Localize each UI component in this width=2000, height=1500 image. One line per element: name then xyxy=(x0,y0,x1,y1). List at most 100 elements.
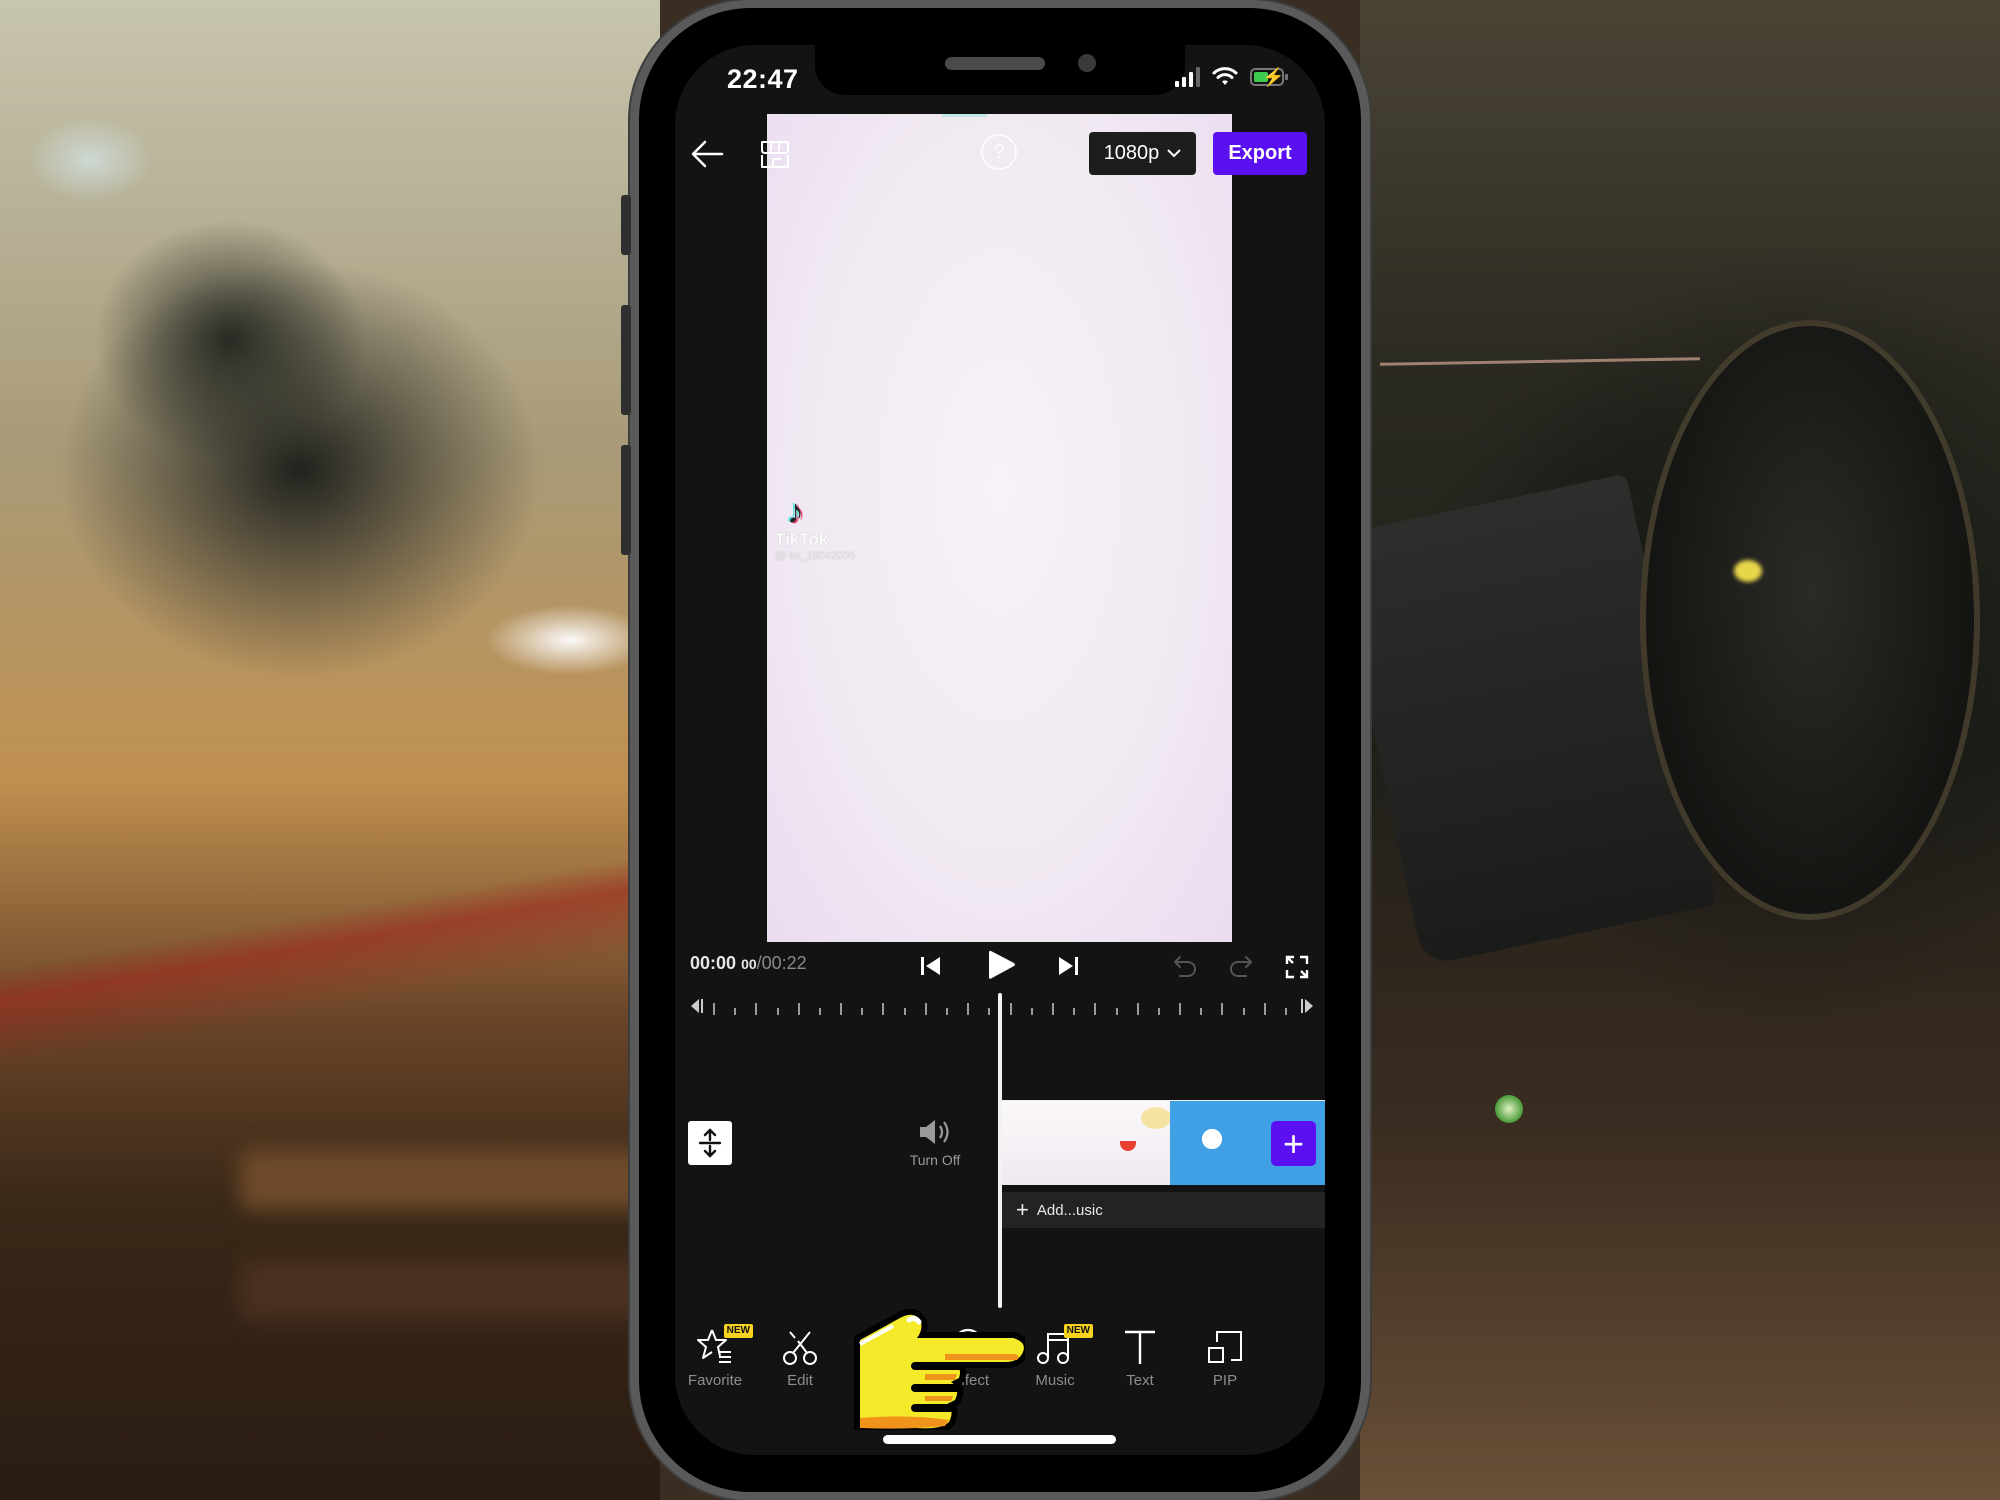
phone-speaker xyxy=(945,57,1045,70)
ruler-tick xyxy=(1263,1003,1266,1015)
undo-button[interactable] xyxy=(1170,952,1200,980)
chevron-down-icon xyxy=(1167,149,1182,158)
text-icon xyxy=(1125,1330,1155,1364)
ruler-tick xyxy=(840,1003,843,1015)
phone-notch xyxy=(815,45,1185,95)
clip-thumbnail xyxy=(1002,1101,1086,1185)
ruler-start-icon xyxy=(691,999,703,1013)
ruler-tick xyxy=(967,1003,970,1015)
redo-button[interactable] xyxy=(1226,952,1256,980)
mute-label: Turn Off xyxy=(909,1152,961,1168)
background-bubble-level xyxy=(1495,1095,1523,1123)
toolbar-item-text[interactable]: Text xyxy=(1100,1320,1180,1389)
fullscreen-button[interactable] xyxy=(1282,952,1312,982)
wifi-icon xyxy=(1212,67,1238,85)
ruler-tick xyxy=(1094,1003,1097,1015)
ruler-tick xyxy=(1285,1008,1287,1015)
arrow-left-icon xyxy=(691,140,724,168)
ruler-tick xyxy=(924,1003,927,1015)
ruler-tick xyxy=(1030,1008,1033,1015)
pip-icon xyxy=(1208,1331,1242,1363)
help-button[interactable]: ? xyxy=(981,134,1017,170)
preview-edge-highlight xyxy=(942,114,987,117)
expand-vertical-icon xyxy=(698,1128,722,1158)
ruler-tick xyxy=(1073,1008,1076,1015)
total-duration: /00:22 xyxy=(756,953,807,973)
phone-volume-down xyxy=(621,445,631,555)
background-camera-light xyxy=(1734,560,1762,582)
ruler-tick xyxy=(903,1008,906,1015)
ruler-tick xyxy=(988,1008,991,1015)
tiktok-logo-icon: ♪ xyxy=(787,493,804,531)
expand-timeline-button[interactable] xyxy=(688,1121,732,1165)
export-button[interactable]: Export xyxy=(1213,132,1307,175)
toolbar-label: Edit xyxy=(787,1372,813,1389)
ruler-tick xyxy=(713,1003,715,1015)
mute-clip-audio-button[interactable]: Turn Off xyxy=(900,1118,970,1176)
tiktok-brand-text: TikTok xyxy=(775,530,829,549)
back-button[interactable] xyxy=(690,134,724,174)
tiktok-watermark: ♪ TikTok @ lia_18042006 xyxy=(775,494,855,562)
play-button[interactable] xyxy=(985,948,1019,982)
phone-silent-switch xyxy=(621,195,631,255)
ruler-tick xyxy=(818,1008,821,1015)
ruler-tick xyxy=(1200,1008,1203,1015)
question-circle-icon: ? xyxy=(993,140,1005,163)
plus-icon: + xyxy=(1016,1197,1029,1222)
clip-thumbnail xyxy=(1086,1101,1171,1185)
ruler-tick xyxy=(755,1003,758,1015)
toolbar-label: Favorite xyxy=(687,1372,743,1389)
home-indicator[interactable] xyxy=(883,1435,1116,1444)
background-shelf xyxy=(240,1260,660,1320)
ruler-tick xyxy=(882,1003,885,1015)
ruler-tick xyxy=(1157,1008,1160,1015)
scissors-icon xyxy=(783,1331,817,1365)
toolbar-item-pip[interactable]: PIP xyxy=(1185,1320,1265,1389)
battery-charging-icon: ⚡ xyxy=(1250,67,1288,87)
skip-to-end-button[interactable] xyxy=(1054,952,1082,980)
clip-thumbnail xyxy=(1170,1101,1254,1185)
ruler-tick xyxy=(1179,1003,1182,1015)
toolbar-item-edit[interactable]: Edit xyxy=(760,1320,840,1389)
timecode: 00:00 00/00:22 xyxy=(690,953,807,974)
play-icon xyxy=(989,950,1015,979)
ruler-tick xyxy=(1221,1003,1224,1015)
layout-button[interactable] xyxy=(755,134,795,174)
ruler-tick xyxy=(861,1008,864,1015)
add-clip-button[interactable]: + xyxy=(1271,1121,1316,1166)
video-preview[interactable]: ♪ TikTok @ lia_18042006 xyxy=(767,114,1232,942)
new-badge: NEW xyxy=(723,1324,753,1338)
toolbar-label: Text xyxy=(1126,1372,1154,1389)
ruler-tick xyxy=(946,1008,949,1015)
toolbar-item-music[interactable]: NEW Music xyxy=(1015,1320,1095,1389)
ruler-tick xyxy=(797,1003,800,1015)
background-camera-lens xyxy=(1640,320,1980,920)
status-time: 22:47 xyxy=(727,64,799,94)
resolution-value: 1080p xyxy=(1103,142,1160,164)
add-music-label: Add...usic xyxy=(1036,1201,1103,1219)
resolution-dropdown[interactable]: 1080p xyxy=(1089,132,1196,175)
speaker-icon xyxy=(920,1120,949,1144)
pointing-hand-icon xyxy=(854,1308,1025,1430)
ruler-tick xyxy=(1051,1003,1054,1015)
cellular-signal-icon xyxy=(1175,67,1200,87)
toolbar-item-favorite[interactable]: NEW Favorite xyxy=(675,1320,755,1389)
ruler-tick xyxy=(734,1008,737,1015)
background-softbox-light xyxy=(0,0,660,1500)
ruler-tick xyxy=(1136,1003,1139,1015)
skip-forward-icon xyxy=(1059,957,1078,975)
add-music-track[interactable]: + Add...usic xyxy=(1002,1192,1325,1228)
tiktok-username: @ lia_18042006 xyxy=(775,550,856,562)
front-camera xyxy=(1078,54,1096,72)
current-frames: 00 xyxy=(741,956,757,972)
playhead[interactable] xyxy=(998,993,1002,1308)
toolbar-label: PIP xyxy=(1212,1372,1238,1389)
ruler-tick xyxy=(1115,1008,1118,1015)
skip-to-start-button[interactable] xyxy=(917,952,945,980)
layout-template-icon xyxy=(761,141,789,168)
undo-icon xyxy=(1173,956,1196,977)
ruler-tick xyxy=(776,1008,779,1015)
ruler-tick xyxy=(1009,1003,1012,1015)
status-icons: ⚡ xyxy=(1175,67,1288,87)
skip-back-icon xyxy=(921,957,940,975)
